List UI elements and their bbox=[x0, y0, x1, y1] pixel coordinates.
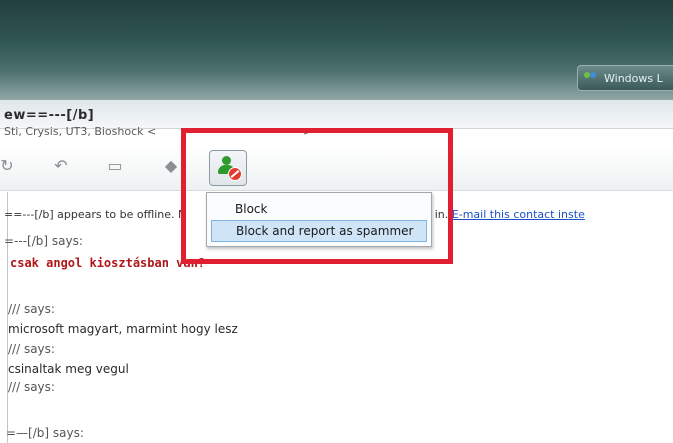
contact-personal-message: Sti, Crysis, UT3, Bioshock < bbox=[4, 125, 157, 138]
invite-icon[interactable]: ↻ bbox=[0, 155, 18, 177]
messenger-icon bbox=[584, 72, 598, 84]
share-files-icon[interactable]: ↶ bbox=[50, 155, 72, 177]
video-call-icon[interactable]: ▭ bbox=[104, 155, 126, 177]
message-sender: /// says: bbox=[8, 380, 55, 394]
taskbar-button-label: Windows L bbox=[604, 71, 663, 85]
highlight-rectangle bbox=[181, 128, 453, 264]
offline-notice-text: ==---[/b] appears to be offline. N bbox=[4, 208, 187, 221]
message-sender: /// says: bbox=[8, 302, 55, 316]
message-sender: =—[/b] says: bbox=[6, 426, 84, 440]
email-contact-link[interactable]: E-mail this contact inste bbox=[452, 208, 585, 221]
message-sender: =---[/b] says: bbox=[4, 234, 83, 248]
activities-icon[interactable]: ◆ bbox=[160, 155, 182, 177]
pane-divider bbox=[7, 192, 8, 443]
window-background bbox=[0, 0, 673, 100]
screenshot-frame: Windows L ew==---[/b] Sti, Crysis, UT3, … bbox=[0, 0, 673, 443]
message-sender: /// says: bbox=[8, 342, 55, 356]
windows-live-taskbar-button[interactable]: Windows L bbox=[577, 65, 673, 91]
message-text: csinaltak meg vegul bbox=[8, 362, 129, 376]
message-text: microsoft magyart, marmint hogy lesz bbox=[8, 322, 238, 336]
contact-name: ew==---[/b] bbox=[4, 108, 95, 123]
message-text: csak angol kiosztásban van? bbox=[10, 256, 206, 270]
